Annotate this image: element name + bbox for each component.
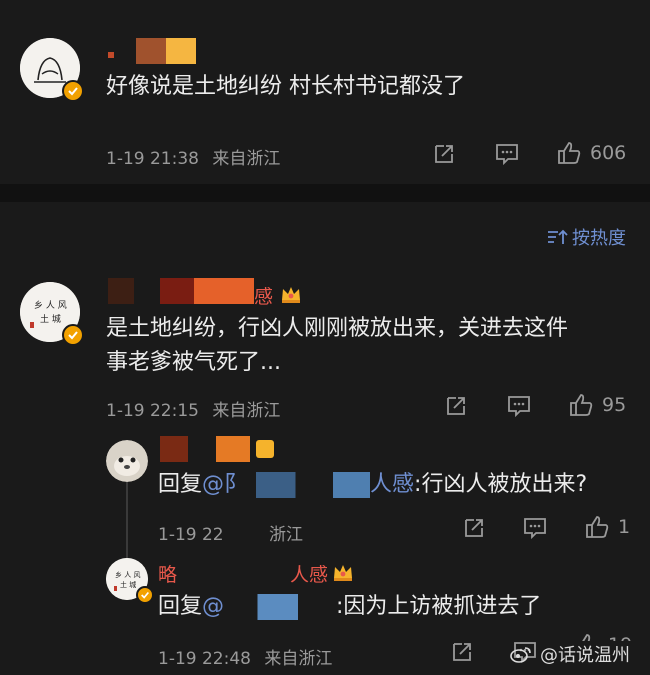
- sort-icon: [548, 229, 568, 244]
- svg-text:土 城: 土 城: [120, 580, 136, 589]
- username-redacted[interactable]: [108, 278, 268, 304]
- comment-text-line: 事老爹被气死了...: [106, 350, 281, 375]
- comment-button[interactable]: [522, 516, 548, 540]
- reply-prefix: 回复: [158, 594, 203, 619]
- verified-badge-icon: [62, 324, 84, 346]
- share-button[interactable]: [444, 394, 468, 418]
- reply-time: 1-19 22: [158, 525, 224, 545]
- reply-body: :因为上访被抓进去了: [336, 594, 542, 619]
- mention-redacted: [224, 594, 337, 620]
- share-icon: [435, 145, 453, 163]
- share-button[interactable]: [450, 640, 474, 664]
- comment-location: 来自浙江: [212, 401, 281, 421]
- weibo-logo-icon: [510, 647, 531, 663]
- comment-icon: [508, 396, 530, 418]
- reply-meta: 1-19 22 浙江: [158, 520, 303, 545]
- username-visible[interactable]: 略: [158, 560, 177, 587]
- weibo-watermark: @话说温州: [510, 641, 632, 667]
- sort-label: 按热度: [572, 228, 626, 249]
- svg-text:乡 人 风: 乡 人 风: [34, 300, 67, 311]
- mention-link[interactable]: @: [202, 594, 224, 619]
- reply-text: 回复@ :因为上访被抓进去了: [158, 590, 541, 624]
- verified-badge-icon: [136, 586, 154, 604]
- comment-button[interactable]: [494, 142, 520, 166]
- sort-by-hot-button[interactable]: 按热度: [546, 224, 626, 250]
- reply-prefix: 回复: [158, 472, 203, 497]
- dog-avatar-icon: [106, 440, 148, 482]
- comment-location: 来自浙江: [212, 149, 281, 169]
- mention-link-end[interactable]: 人感: [370, 472, 414, 497]
- crown-badge-icon: [332, 562, 354, 582]
- mention-link[interactable]: @阝: [202, 472, 246, 497]
- share-icon: [447, 397, 465, 415]
- comment-text-line: 是土地纠纷，行凶人刚刚被放出来，关进去这件: [106, 316, 569, 341]
- username-redacted[interactable]: [160, 436, 280, 462]
- section-divider: [0, 184, 650, 202]
- reply-location: 来自浙江: [264, 649, 333, 669]
- reply-time: 1-19 22:48: [158, 649, 251, 669]
- share-button[interactable]: [432, 142, 456, 166]
- thumbs-up-icon: [558, 142, 581, 164]
- comment-time: 1-19 21:38: [106, 149, 199, 169]
- share-icon: [453, 643, 471, 661]
- svg-text:土 城: 土 城: [40, 313, 61, 325]
- reply-text: 回复@阝 人感:行凶人被放出来?: [158, 468, 587, 502]
- thumbs-up-icon: [586, 516, 609, 538]
- username-redacted[interactable]: [108, 38, 198, 64]
- like-count: 606: [590, 142, 627, 164]
- comment-meta: 1-19 22:15 来自浙江: [106, 396, 280, 421]
- svg-text:乡 人 风: 乡 人 风: [115, 571, 140, 579]
- like-button[interactable]: 95: [568, 392, 626, 418]
- comment-icon: [524, 518, 546, 540]
- verified-badge-icon: [62, 80, 84, 102]
- like-count: 1: [618, 516, 631, 538]
- comment-text: 好像说是土地纠纷 村长村书记都没了: [106, 74, 465, 99]
- username-visible[interactable]: 感: [254, 282, 273, 309]
- comment-icon: [496, 144, 518, 166]
- like-button[interactable]: 606: [556, 140, 626, 166]
- username-visible-end[interactable]: 人感: [290, 560, 328, 587]
- reply-body: :行凶人被放出来?: [414, 472, 588, 497]
- crown-badge-icon: [280, 284, 302, 304]
- reply-avatar[interactable]: [106, 440, 148, 482]
- comment-time: 1-19 22:15: [106, 401, 199, 421]
- share-button[interactable]: [462, 516, 486, 540]
- mention-redacted: [246, 472, 371, 498]
- reply-location: 浙江: [269, 525, 304, 545]
- thumbs-up-icon: [570, 394, 593, 416]
- watermark-text: @话说温州: [538, 641, 632, 667]
- like-count: 95: [602, 394, 627, 416]
- comment-text: 是土地纠纷，行凶人刚刚被放出来，关进去这件 事老爹被气死了...: [106, 312, 568, 380]
- reply-meta: 1-19 22:48 来自浙江: [158, 644, 332, 669]
- comment-button[interactable]: [506, 394, 532, 418]
- share-icon: [465, 519, 483, 537]
- comment-meta: 1-19 21:38 来自浙江: [106, 144, 280, 169]
- like-button[interactable]: 1: [584, 514, 630, 540]
